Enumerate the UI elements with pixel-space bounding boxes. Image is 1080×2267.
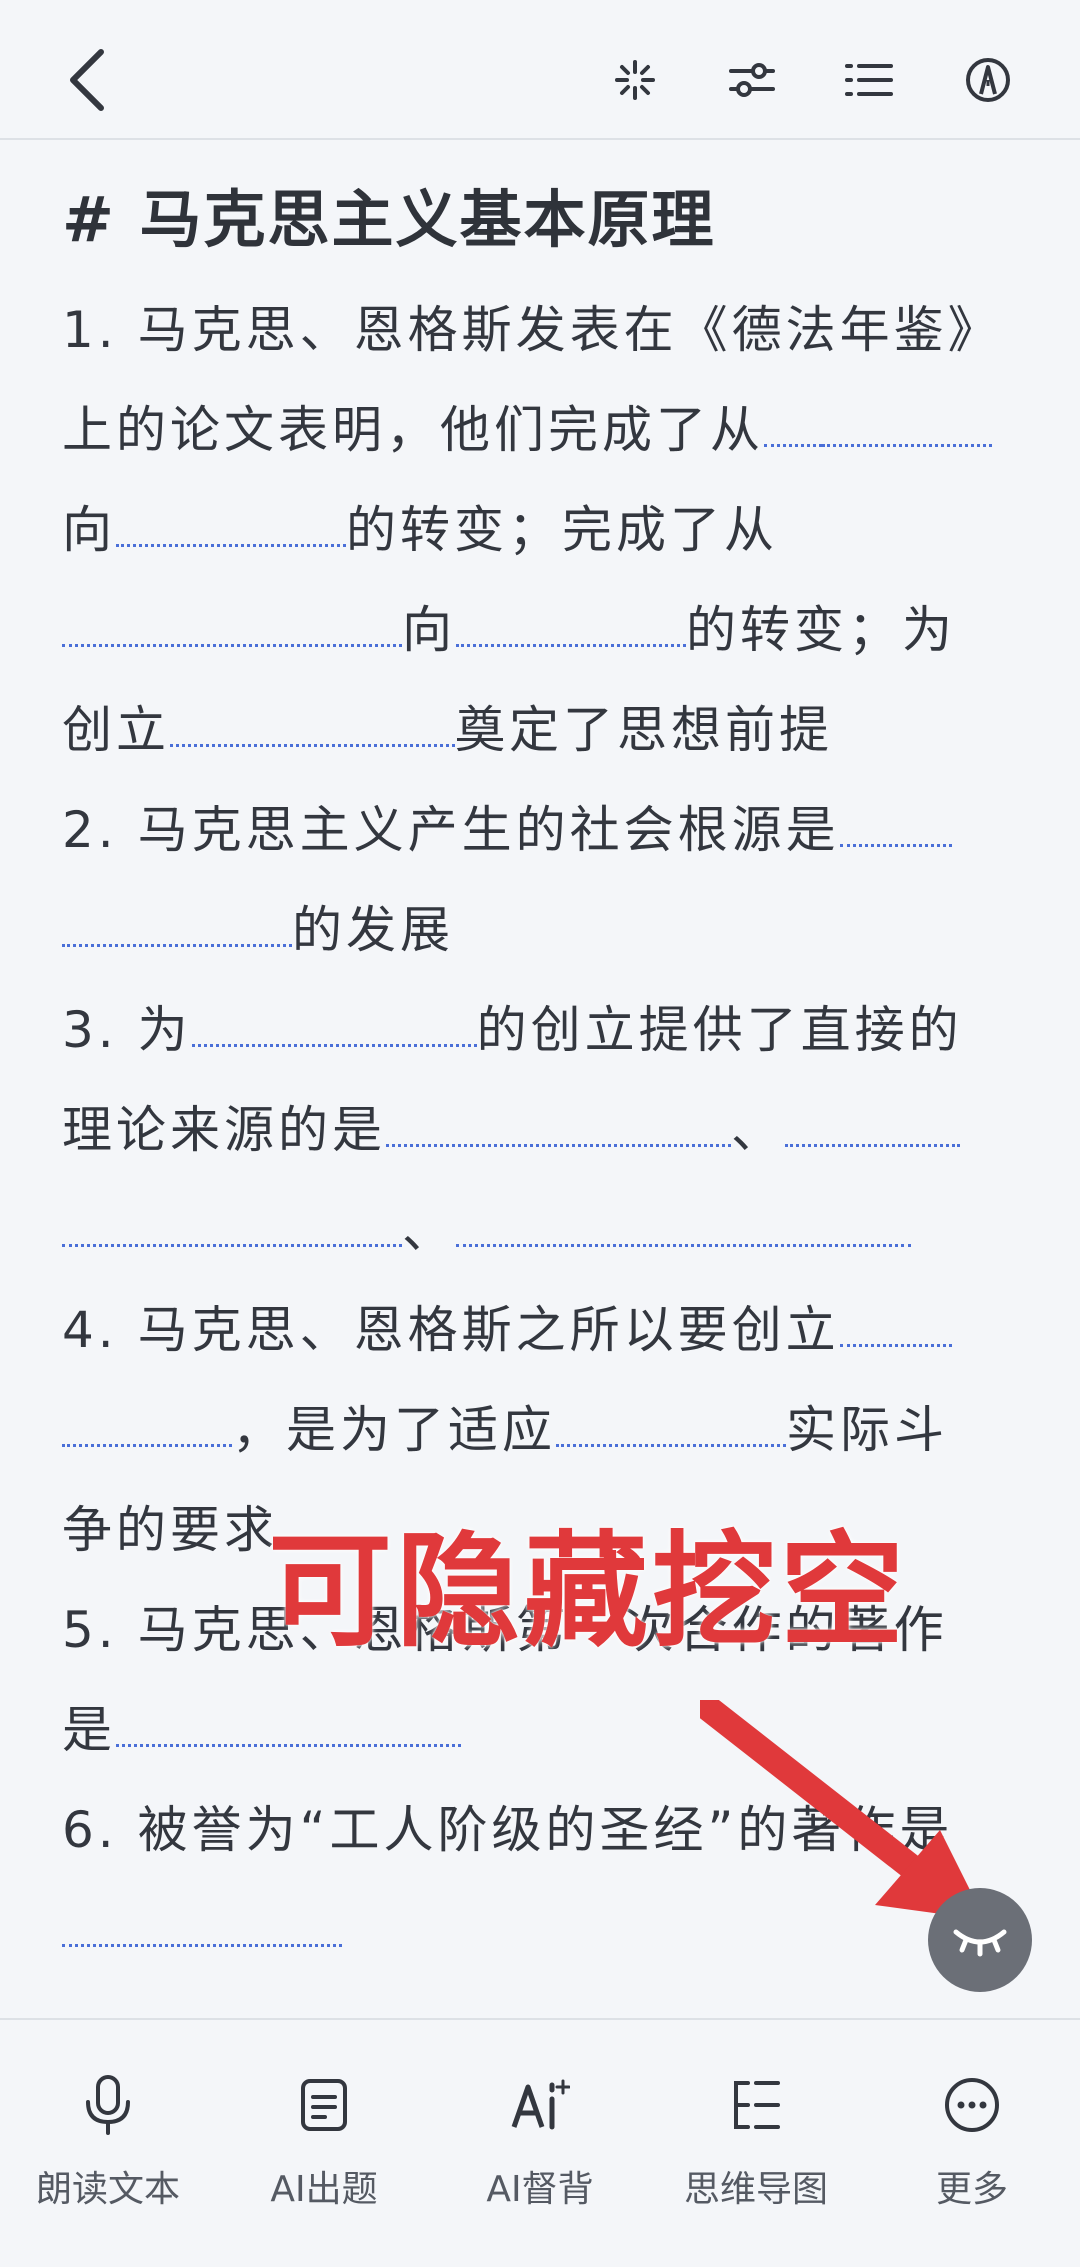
top-toolbar (0, 0, 1080, 140)
fill-blank[interactable] (62, 909, 292, 947)
question-number: 6. (62, 1801, 118, 1859)
question-text: 为 (137, 1001, 192, 1059)
fill-blank[interactable] (62, 1209, 402, 1247)
question-number: 5. (62, 1601, 118, 1659)
outline-button[interactable] (834, 50, 904, 110)
sparkle-icon (615, 60, 655, 100)
chevron-left-icon (70, 49, 104, 111)
fill-blank[interactable] (785, 1109, 960, 1147)
eye-closed-icon (953, 1929, 1007, 1957)
fill-blank[interactable] (456, 609, 686, 647)
more-button[interactable]: 更多 (872, 2070, 1072, 2230)
list-icon (845, 64, 893, 96)
page-title: # 马克思主义基本原理 (62, 183, 716, 256)
fill-blank[interactable] (386, 1109, 731, 1147)
fill-blank[interactable] (839, 809, 952, 847)
pen-circle-icon (966, 58, 1010, 102)
question-text: 、 (402, 1201, 456, 1259)
fill-blank[interactable] (764, 409, 822, 447)
question-number: 1. (62, 301, 118, 359)
bottom-toolbar: 朗读文本 AI出题 AI督背 思维导图 更多 (0, 2018, 1080, 2267)
question-number: 2. (62, 801, 118, 859)
fill-blank[interactable] (191, 1009, 477, 1047)
fill-blank[interactable] (170, 709, 455, 747)
fill-blank[interactable] (556, 1409, 786, 1447)
fill-blank[interactable] (456, 1209, 911, 1247)
hide-blanks-annotation: 可隐藏挖空 (268, 1520, 909, 1664)
back-button[interactable] (52, 42, 122, 118)
ai-text-icon (505, 2070, 575, 2140)
microphone-icon (73, 2070, 143, 2140)
ai-question-button[interactable]: AI出题 (224, 2070, 424, 2230)
sliders-icon (729, 63, 775, 97)
question-text: 向 (402, 601, 456, 659)
ai-recite-label: AI督背 (486, 2169, 594, 2210)
question-text: 向 (62, 501, 116, 559)
fill-blank[interactable] (62, 1909, 342, 1947)
fill-blank[interactable] (62, 1409, 232, 1447)
question-text: 的发展 (292, 901, 454, 959)
mindmap-button[interactable]: 思维导图 (656, 2070, 856, 2230)
mindmap-label: 思维导图 (683, 2169, 828, 2210)
read-aloud-button[interactable]: 朗读文本 (8, 2070, 208, 2230)
question-text: 的转变；完成了从 (346, 501, 778, 559)
question-text: 马克思主义产生的社会根源是 (137, 801, 840, 859)
question-number: 3. (62, 1001, 118, 1059)
more-icon (937, 2070, 1007, 2140)
question-text: 奠定了思想前提 (455, 701, 833, 759)
fill-blank[interactable] (822, 409, 992, 447)
question-text: ，是为了适应 (232, 1401, 556, 1459)
settings-sliders-button[interactable] (717, 50, 787, 110)
pen-button[interactable] (953, 48, 1023, 112)
fill-blank[interactable] (62, 609, 402, 647)
read-aloud-label: 朗读文本 (35, 2169, 180, 2210)
fill-blank[interactable] (116, 509, 346, 547)
question-number: 4. (62, 1301, 118, 1359)
toggle-blanks-button[interactable] (928, 1888, 1032, 1992)
ai-recite-button[interactable]: AI督背 (440, 2070, 640, 2230)
document-icon (289, 2070, 359, 2140)
fill-blank[interactable] (116, 1709, 461, 1747)
more-label: 更多 (935, 2169, 1008, 2210)
sparkle-button[interactable] (600, 50, 670, 110)
ai-question-label: AI出题 (270, 2169, 378, 2210)
question-text: 、 (731, 1101, 785, 1159)
fill-blank[interactable] (839, 1309, 952, 1347)
mindmap-icon (721, 2070, 791, 2140)
question-text: 马克思、恩格斯之所以要创立 (137, 1301, 840, 1359)
